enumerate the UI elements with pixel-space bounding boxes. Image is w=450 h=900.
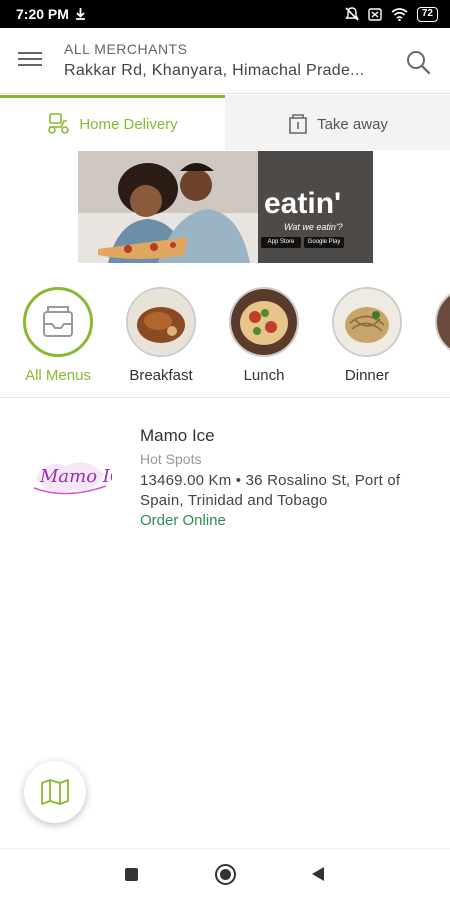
category-label: Breakfast xyxy=(129,367,193,384)
category-carousel: All Menus Breakfast Lunch Dinner xyxy=(0,283,450,398)
promo-banner[interactable]: eatin' Wat we eatin'? App Store Google P… xyxy=(78,151,373,263)
page-title: ALL MERCHANTS xyxy=(64,41,188,57)
merchant-name: Mamo Ice xyxy=(140,426,215,445)
merchant-category: Hot Spots xyxy=(140,451,202,467)
battery-icon: 72 xyxy=(416,6,438,22)
category-label: Lunch xyxy=(243,367,285,384)
takeaway-bag-icon xyxy=(289,114,307,134)
app-store-badge[interactable]: App Store xyxy=(261,237,301,248)
system-nav-bar xyxy=(0,848,450,900)
category-dinner[interactable]: Dinner xyxy=(322,287,412,384)
google-play-badge[interactable]: Google Play xyxy=(304,237,344,248)
banner-tagline: Wat we eatin'? xyxy=(284,222,343,232)
search-icon[interactable] xyxy=(404,48,432,76)
home-icon[interactable] xyxy=(215,864,236,885)
tray-icon xyxy=(43,306,73,337)
download-icon xyxy=(75,8,85,20)
tab-home-delivery[interactable]: Home Delivery xyxy=(0,95,225,150)
category-circle xyxy=(23,287,93,357)
category-breakfast[interactable]: Breakfast xyxy=(116,287,206,384)
map-icon xyxy=(41,779,69,805)
wifi-icon xyxy=(391,7,408,21)
merchant-logo-text: Mamo ICE xyxy=(39,466,112,487)
breakfast-food-image xyxy=(128,289,194,355)
dinner-food-image xyxy=(334,289,400,355)
lunch-food-image xyxy=(231,289,297,355)
category-circle xyxy=(435,287,450,357)
category-lunch[interactable]: Lunch xyxy=(219,287,309,384)
category-label: H xyxy=(425,367,450,384)
category-partial[interactable]: H xyxy=(425,287,450,384)
merchant-address: 13469.00 Km • 36 Rosalino St, Port of Sp… xyxy=(140,472,401,509)
category-label: Dinner xyxy=(344,367,390,384)
merchant-logo: Mamo ICE xyxy=(33,462,112,495)
order-online-link[interactable]: Order Online xyxy=(140,512,226,529)
location-address[interactable]: Rakkar Rd, Khanyara, Himachal Prade... xyxy=(64,62,394,80)
app-header: ALL MERCHANTS Rakkar Rd, Khanyara, Himac… xyxy=(0,28,450,94)
tab-take-away[interactable]: Take away xyxy=(225,95,450,150)
status-time: 7:20 PM xyxy=(16,6,69,22)
recents-icon[interactable] xyxy=(125,868,138,881)
delivery-scooter-icon xyxy=(48,113,70,134)
tab-home-delivery-label: Home Delivery xyxy=(79,115,178,133)
tab-take-away-label: Take away xyxy=(317,115,388,133)
status-bar: 7:20 PM 72 xyxy=(0,0,450,28)
mute-icon xyxy=(344,7,359,21)
merchant-list-item[interactable]: Mamo ICE Mamo Ice Hot Spots 13469.00 Km … xyxy=(0,410,450,540)
category-circle xyxy=(229,287,299,357)
sim-icon xyxy=(368,7,382,21)
hamburger-menu-icon[interactable] xyxy=(18,52,42,70)
category-label: All Menus xyxy=(25,367,91,384)
back-icon[interactable] xyxy=(312,867,324,881)
map-view-button[interactable] xyxy=(24,761,86,823)
category-all-menus[interactable]: All Menus xyxy=(13,287,103,384)
delivery-tabs: Home Delivery Take away xyxy=(0,95,450,150)
category-circle xyxy=(126,287,196,357)
banner-brand: eatin' xyxy=(264,187,342,220)
category-circle xyxy=(332,287,402,357)
